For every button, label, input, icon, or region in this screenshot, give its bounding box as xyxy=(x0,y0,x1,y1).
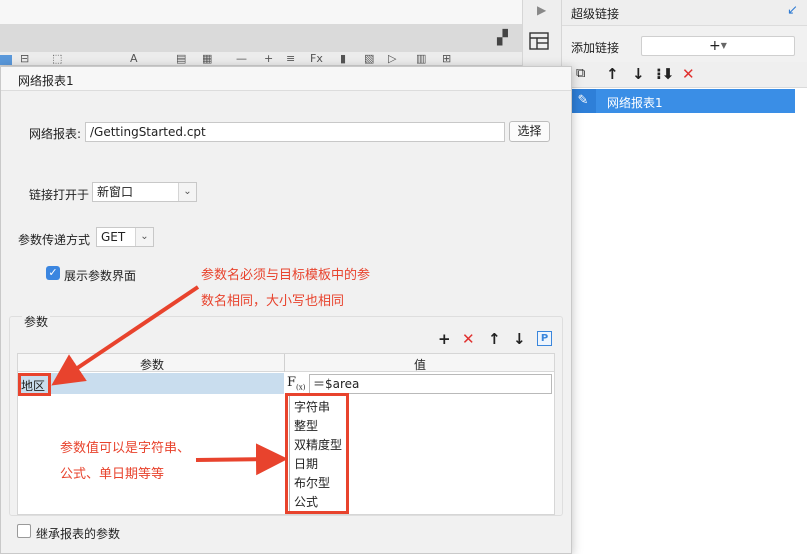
toolbar-icon[interactable]: ▤ xyxy=(176,52,186,66)
chevron-down-icon: ⌄ xyxy=(135,228,153,246)
method-value: GET xyxy=(101,230,126,244)
params-group-label: 参数 xyxy=(22,313,51,330)
toolbar-icon[interactable]: A xyxy=(130,52,138,66)
editor-gray-band xyxy=(0,24,522,52)
param-p-icon[interactable]: P xyxy=(537,331,552,346)
open-in-label: 链接打开于 xyxy=(29,188,90,202)
delete-icon[interactable]: ✕ xyxy=(682,64,695,84)
chevron-down-icon: ⌄ xyxy=(178,183,196,201)
layout-grid-icon[interactable] xyxy=(529,32,549,50)
method-label: 参数传递方式 xyxy=(18,233,91,247)
report-label: 网络报表: xyxy=(29,127,82,141)
report-path-input[interactable]: /GettingStarted.cpt xyxy=(85,122,505,142)
column-header-value: 值 xyxy=(414,358,427,372)
toolbar-icon[interactable]: ≡ xyxy=(286,52,295,66)
collapse-arrow-icon[interactable]: ↙ xyxy=(787,3,798,18)
edit-pencil-icon[interactable]: ✎ xyxy=(570,89,596,113)
open-in-select[interactable]: 新窗口 ⌄ xyxy=(92,182,197,202)
editor-top-strip xyxy=(0,0,522,24)
toolbar-icon[interactable]: ⬚ xyxy=(52,52,62,66)
add-link-button-label: + xyxy=(709,38,721,54)
show-params-label: 展示参数界面 xyxy=(64,269,137,283)
dialog-titlebar xyxy=(1,67,571,91)
inherit-params-checkbox[interactable] xyxy=(17,524,31,538)
move-bottom-icon[interactable]: ⁝⬇ xyxy=(656,64,674,84)
toolbar-icon[interactable]: ▥ xyxy=(416,52,426,66)
highlight-param-name-box xyxy=(18,373,51,396)
move-down-icon[interactable]: ↓ xyxy=(632,64,645,84)
column-header-param: 参数 xyxy=(140,358,165,372)
add-param-icon[interactable]: + xyxy=(438,330,451,348)
toolbar-icon[interactable]: ▮ xyxy=(340,52,346,66)
hyperlink-panel-title: 超级链接 xyxy=(571,7,620,21)
annotation-param-name-line1: 参数名必须与目标模板中的参 xyxy=(201,268,371,283)
table-row[interactable] xyxy=(18,373,284,394)
add-link-label: 添加链接 xyxy=(571,41,620,55)
param-down-icon[interactable]: ↓ xyxy=(513,330,526,348)
toolbar-icon[interactable]: ▷ xyxy=(388,52,396,66)
params-table-header xyxy=(18,354,554,372)
method-select[interactable]: GET ⌄ xyxy=(96,227,154,247)
chevron-down-icon: ▼ xyxy=(720,41,727,50)
param-up-icon[interactable]: ↑ xyxy=(488,330,501,348)
open-in-value: 新窗口 xyxy=(97,185,134,199)
annotation-value-types-line1: 参数值可以是字符串、 xyxy=(60,441,191,456)
dialog-title: 网络报表1 xyxy=(18,74,74,88)
toolbar-icon[interactable]: — xyxy=(236,52,247,66)
toolbar-icon[interactable]: ▦ xyxy=(202,52,212,66)
toolbar-icon[interactable]: ⊟ xyxy=(20,52,29,66)
copy-icon[interactable]: ⧉ xyxy=(576,64,585,84)
highlight-value-types-box xyxy=(285,393,349,514)
param-value-input[interactable]: ＝$area xyxy=(309,374,552,394)
format-brush-icon[interactable]: ▞ xyxy=(497,30,508,46)
toolbar-icon[interactable]: + xyxy=(264,52,273,66)
toolbar-icon[interactable]: Fx xyxy=(310,52,323,66)
expand-arrow-icon[interactable]: ▶ xyxy=(537,3,546,17)
column-divider xyxy=(284,354,285,372)
choose-button[interactable]: 选择 xyxy=(509,121,550,142)
show-params-checkbox[interactable]: ✓ xyxy=(46,266,60,280)
toolbar-icon[interactable]: ⊞ xyxy=(442,52,451,66)
delete-param-icon[interactable]: ✕ xyxy=(462,330,475,348)
annotation-param-name-line2: 数名相同，大小写也相同 xyxy=(201,294,345,309)
toolbar-icon[interactable]: ▧ xyxy=(364,52,374,66)
annotation-value-types-line2: 公式、单日期等等 xyxy=(60,467,165,482)
add-link-button[interactable]: +▼ xyxy=(641,36,795,56)
selected-tool-marker xyxy=(0,55,12,65)
move-up-icon[interactable]: ↑ xyxy=(606,64,619,84)
link-list-item[interactable] xyxy=(570,89,795,113)
link-list-item-label: 网络报表1 xyxy=(607,96,663,110)
inherit-params-label: 继承报表的参数 xyxy=(36,527,121,541)
